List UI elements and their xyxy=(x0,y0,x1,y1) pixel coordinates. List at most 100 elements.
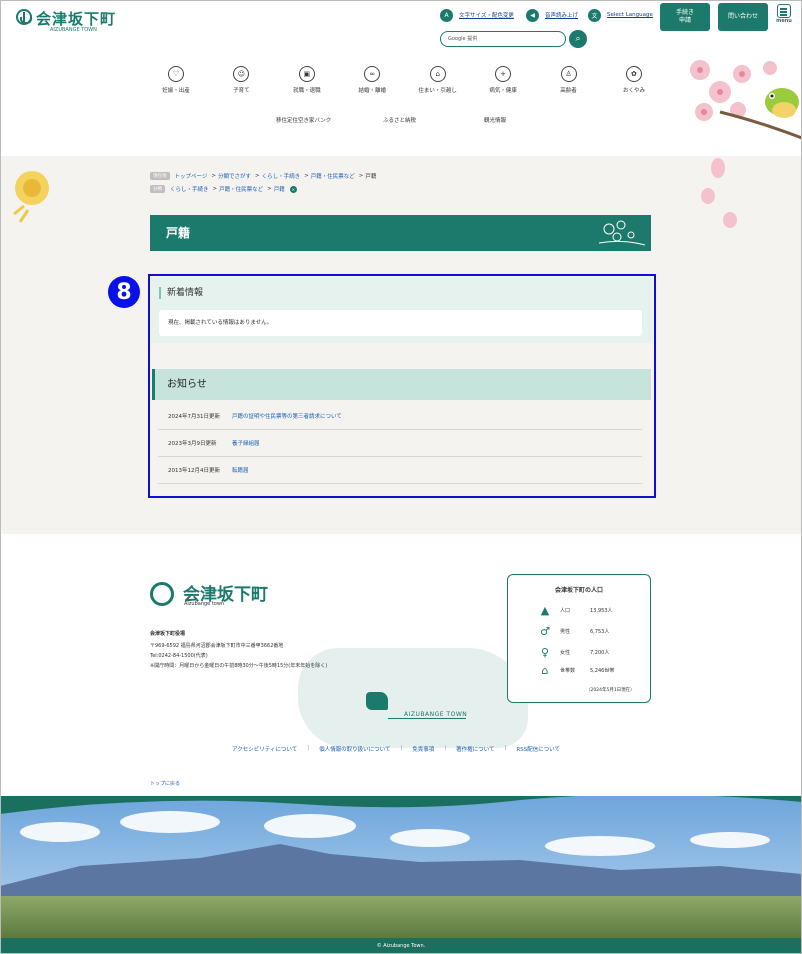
nav-label: 結婚・離婚 xyxy=(358,88,387,94)
read-aloud-tool[interactable]: ◀ 音声読み上げ xyxy=(526,8,578,22)
footer-link-privacy[interactable]: 個人情報の取り扱いについて xyxy=(319,745,390,753)
breadcrumb-separator: > xyxy=(255,173,260,179)
population-row: ♂ 男性 6,753人 xyxy=(538,624,609,638)
nav-item-marriage[interactable]: ∞ 結婚・離婚 xyxy=(346,66,398,94)
chrysanthemum-illustration xyxy=(13,171,49,223)
nav-label: 就職・退職 xyxy=(293,88,321,94)
nav-item-childcare[interactable]: ☺ 子育て xyxy=(215,66,267,94)
read-aloud-link[interactable]: 音声読み上げ xyxy=(545,11,578,19)
nav-item-pregnancy[interactable]: ♡ 妊娠・出産 xyxy=(150,66,202,94)
population-value: 5,246世帯 xyxy=(590,667,615,674)
menu-label: menu xyxy=(776,18,792,24)
nav-label: 住まい・引越し xyxy=(418,88,457,94)
footer-link-accessibility[interactable]: アクセシビリティについて xyxy=(232,745,297,753)
medical-bag-icon: + xyxy=(495,66,512,82)
population-value: 13,953人 xyxy=(590,607,613,614)
contact-button[interactable]: 問い合わせ xyxy=(718,3,768,31)
nav-item-health[interactable]: + 病気・健康 xyxy=(477,66,529,94)
breadcrumb-separator: > xyxy=(358,173,364,179)
office-hours: ※開庁時間：月曜日から金曜日の午前8時30分～午後5時15分(年末年始を除く) xyxy=(150,663,328,669)
nav-item-housing[interactable]: ⌂ 住まい・引越し xyxy=(412,66,464,94)
nav-item-condolence[interactable]: ✿ おくやみ xyxy=(608,66,660,94)
breadcrumb-current-page: 戸籍 xyxy=(365,174,377,180)
population-label: 人口 xyxy=(560,607,571,614)
town-map-silhouette xyxy=(298,648,528,748)
map-label: AIZUBANGE TOWN xyxy=(404,711,468,718)
population-value: 7,200人 xyxy=(590,649,610,656)
language-tool[interactable]: 文 Select Language xyxy=(588,8,653,22)
footer-link-separator: | xyxy=(400,745,403,751)
footer-logo-sub: Aizubange town xyxy=(184,601,225,607)
copyright: © Aizubange Town. xyxy=(0,938,802,954)
close-icon[interactable]: × xyxy=(289,185,297,193)
breadcrumb-current-tag: 現在地 xyxy=(150,172,170,180)
breadcrumb-separator: > xyxy=(267,186,272,192)
site-header: 会津坂下町 AIZUBANGE TOWN A 文字サイズ・配色変更 ◀ 音声読み… xyxy=(0,0,802,156)
text-size-link[interactable]: 文字サイズ・配色変更 xyxy=(459,11,514,19)
briefcase-icon: ▣ xyxy=(298,66,315,82)
breadcrumb-link[interactable]: くらし・手続き xyxy=(170,185,209,193)
footer-link-rss[interactable]: RSS配信について xyxy=(516,745,560,753)
petals-illustration xyxy=(701,158,737,228)
logo-name: 会津坂下町 xyxy=(36,10,117,28)
office-tel: Tel:0242-84-1500(代表) xyxy=(150,653,208,659)
population-row: ▲ 人口 13,953人 xyxy=(538,603,613,617)
subnav-migration[interactable]: 移住定住空き家バンク xyxy=(276,116,331,124)
nav-label: 病気・健康 xyxy=(489,88,517,94)
back-to-top-link[interactable]: トップに戻る xyxy=(150,780,180,787)
breadcrumb-link[interactable]: 戸籍・住民票など xyxy=(219,185,263,193)
breadcrumb-link[interactable]: トップページ xyxy=(175,172,208,180)
breadcrumb-separator: > xyxy=(211,173,216,179)
elderly-icon: ♙ xyxy=(560,66,577,82)
annotation-badge: 8 xyxy=(108,276,140,308)
breadcrumb-class-tag: 分類 xyxy=(150,185,165,193)
child-icon: ☺ xyxy=(233,66,250,82)
breadcrumb-link[interactable]: 戸籍 xyxy=(274,185,285,193)
landscape-photo xyxy=(0,796,802,938)
footer-links: アクセシビリティについて | 個人情報の取り扱いについて | 免責事項 | 著作権につ… xyxy=(232,745,560,753)
nav-item-elderly[interactable]: ♙ 高齢者 xyxy=(543,66,595,94)
procedure-button[interactable]: 手続き 申請 xyxy=(660,3,710,31)
subnav-furusato[interactable]: ふるさと納税 xyxy=(383,116,416,124)
breadcrumb-link[interactable]: くらし・手続き xyxy=(262,172,301,180)
subnav-tourism[interactable]: 観光情報 xyxy=(484,116,506,124)
office-address: 〒969-6592 福島県河沼郡会津坂下町市中三番甲3662番地 xyxy=(150,643,284,649)
footer-link-separator: | xyxy=(444,745,447,751)
text-size-tool[interactable]: A 文字サイズ・配色変更 xyxy=(440,8,514,22)
population-date: （2024年5月1日現在） xyxy=(586,688,635,693)
flower-branch-icon xyxy=(598,220,646,246)
nav-label: 妊娠・出産 xyxy=(162,88,190,94)
nav-label: おくやみ xyxy=(622,88,645,94)
highlight-frame xyxy=(148,274,656,498)
search-button[interactable]: ⌕ xyxy=(569,30,587,48)
footer-link-disclaimer[interactable]: 免責事項 xyxy=(412,745,434,753)
language-link[interactable]: Select Language xyxy=(607,12,653,18)
population-row: ⌂ 世帯数 5,246世帯 xyxy=(538,663,615,677)
flower-icon: ✿ xyxy=(625,66,642,82)
category-nav: ♡ 妊娠・出産 ☺ 子育て ▣ 就職・退職 ∞ 結婚・離婚 ⌂ 住まい・引越し + 病気・健… xyxy=(150,66,660,94)
nav-item-employment[interactable]: ▣ 就職・退職 xyxy=(281,66,333,94)
nav-label: 高齢者 xyxy=(560,88,577,94)
search-input[interactable]: Google 提供 xyxy=(440,31,566,47)
footer-link-separator: | xyxy=(504,745,507,751)
population-box: 会津坂下町の人口 ▲ 人口 13,953人 ♂ 男性 6,753人 ♀ 女性 7… xyxy=(507,574,651,703)
office-name: 会津坂下町役場 xyxy=(150,631,186,637)
menu-button[interactable]: menu xyxy=(775,4,793,30)
town-hall-icon xyxy=(366,692,388,710)
town-emblem-icon xyxy=(150,582,174,606)
text-size-icon: A xyxy=(440,8,453,22)
town-emblem-icon xyxy=(16,9,32,25)
footer-link-copyright[interactable]: 著作権について xyxy=(456,745,494,753)
breadcrumb-link[interactable]: 戸籍・住民票など xyxy=(311,172,355,180)
cherry-blossom-bird-illustration xyxy=(690,60,802,140)
footer-link-separator: | xyxy=(307,745,310,751)
speaker-icon: ◀ xyxy=(526,8,539,22)
breadcrumb-separator: > xyxy=(212,186,218,192)
logo-sub: AIZUBANGE TOWN xyxy=(50,27,97,33)
pregnancy-icon: ♡ xyxy=(168,66,184,82)
rings-icon: ∞ xyxy=(364,66,381,82)
population-title: 会津坂下町の人口 xyxy=(554,587,603,594)
population-label: 男性 xyxy=(560,628,571,635)
house-icon: ⌂ xyxy=(429,66,446,82)
breadcrumb-link[interactable]: 分類でさがす xyxy=(218,172,251,180)
